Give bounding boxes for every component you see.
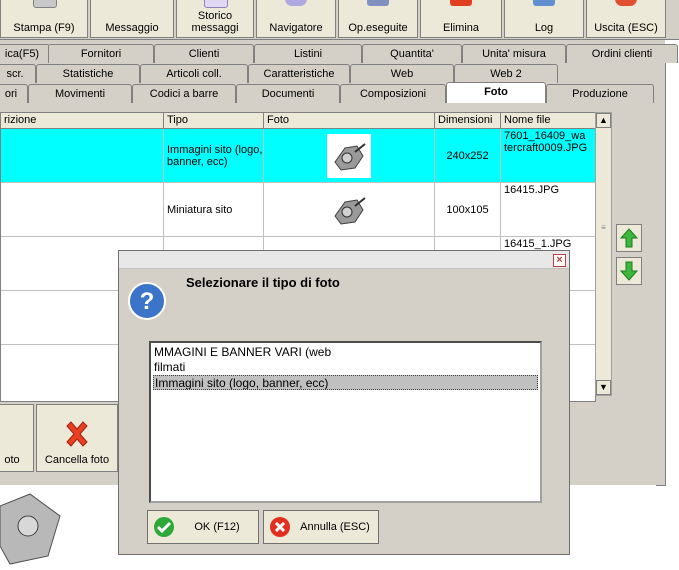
photo-type-dialog: × ? Selezionare il tipo di foto MMAGINI … xyxy=(118,250,570,555)
cell-tipo: Immagini sito (logo, banner, ecc) xyxy=(164,129,264,183)
delete-photo-button[interactable]: Cancella foto xyxy=(36,404,118,472)
tab-ordini-clienti[interactable]: Ordini clienti xyxy=(566,44,678,63)
delete-photo-label: Cancella foto xyxy=(44,454,110,466)
delete-button[interactable]: Elimina xyxy=(420,0,502,38)
tab-listini[interactable]: Listini xyxy=(254,44,362,63)
cell-dimensioni: 240x252 xyxy=(435,129,501,183)
col-header-dimensioni[interactable]: Dimensioni xyxy=(435,113,501,129)
toolbar: Stampa (F9) Messaggio Storico messaggi N… xyxy=(0,0,679,40)
tab-composizioni[interactable]: Composizioni xyxy=(340,84,446,103)
delete-label: Elimina xyxy=(442,22,480,34)
product-thumbnail xyxy=(334,196,366,225)
print-button[interactable]: Stampa (F9) xyxy=(0,0,88,38)
tab-documenti[interactable]: Documenti xyxy=(236,84,340,103)
foto-button-label: oto xyxy=(4,454,20,466)
operations-icon xyxy=(367,0,389,6)
cell-nome-file: 16415.JPG xyxy=(501,183,595,237)
message-history-label: Storico messaggi xyxy=(191,10,239,34)
tab-statistiche[interactable]: Statistiche xyxy=(36,64,140,83)
message-button[interactable]: Messaggio xyxy=(90,0,174,38)
cell-foto xyxy=(264,183,435,237)
scroll-up-button[interactable]: ▲ xyxy=(596,113,611,128)
message-label: Messaggio xyxy=(105,22,159,34)
scroll-grip-icon[interactable]: ≡ xyxy=(598,223,609,233)
exit-icon xyxy=(615,0,637,6)
operations-button[interactable]: Op.eseguite xyxy=(338,0,418,38)
col-header-descrizione[interactable]: rizione xyxy=(1,113,164,129)
exit-label: Uscita (ESC) xyxy=(594,22,658,34)
ok-label: OK (F12) xyxy=(194,521,240,533)
tab-web[interactable]: Web xyxy=(350,64,454,83)
tab-ori[interactable]: ori xyxy=(0,84,28,103)
tab-clienti[interactable]: Clienti xyxy=(154,44,254,63)
cell-nome-file: 7601_16409_wa tercraft0009.JPG xyxy=(501,129,595,183)
tab-scr[interactable]: scr. xyxy=(0,64,36,83)
photo-preview xyxy=(0,486,70,567)
cancel-button[interactable]: Annulla (ESC) xyxy=(263,510,379,544)
navigator-button[interactable]: Navigatore xyxy=(256,0,336,38)
col-header-tipo[interactable]: Tipo xyxy=(164,113,264,129)
col-header-foto[interactable]: Foto xyxy=(264,113,435,129)
tab-produzione[interactable]: Produzione xyxy=(546,84,654,103)
log-button[interactable]: Log xyxy=(504,0,584,38)
cell-foto xyxy=(264,129,435,183)
tab-web-2[interactable]: Web 2 xyxy=(454,64,558,83)
history-icon xyxy=(204,0,228,8)
table-row[interactable]: Miniatura sito 100x105 16415.JPG xyxy=(1,183,595,237)
cell-descrizione xyxy=(1,183,164,237)
move-up-button[interactable] xyxy=(616,224,642,252)
dialog-prompt: Selezionare il tipo di foto xyxy=(186,275,340,290)
tab-fornitori[interactable]: Fornitori xyxy=(48,44,154,63)
cell-dimensioni: 100x105 xyxy=(435,183,501,237)
cell-descrizione xyxy=(1,129,164,183)
tab-unita-misura[interactable]: Unita' misura xyxy=(462,44,566,63)
ok-button[interactable]: OK (F12) xyxy=(147,510,259,544)
cell-tipo: Miniatura sito xyxy=(164,183,264,237)
scroll-down-button[interactable]: ▼ xyxy=(596,380,611,395)
tab-caratteristiche[interactable]: Caratteristiche xyxy=(248,64,350,83)
svg-text:?: ? xyxy=(140,288,155,315)
log-label: Log xyxy=(534,22,554,34)
list-item[interactable]: MMAGINI E BANNER VARI (web xyxy=(153,345,538,360)
operations-label: Op.eseguite xyxy=(348,22,408,34)
cancel-label: Annulla (ESC) xyxy=(300,521,370,533)
message-history-button[interactable]: Storico messaggi xyxy=(176,0,254,38)
grid-scrollbar[interactable]: ▲ ≡ ▼ xyxy=(595,112,612,396)
product-thumbnail xyxy=(327,133,371,178)
table-row[interactable]: Immagini sito (logo, banner, ecc) 240x25… xyxy=(1,129,595,183)
tab-movimenti[interactable]: Movimenti xyxy=(28,84,132,103)
foto-button[interactable]: oto xyxy=(0,404,34,472)
col-header-nome-file[interactable]: Nome file xyxy=(501,113,595,129)
delete-icon xyxy=(450,0,472,6)
printer-icon xyxy=(33,0,57,8)
list-item-selected[interactable]: Immagini sito (logo, banner, ecc) xyxy=(153,375,538,390)
tab-codici-a-barre[interactable]: Codici a barre xyxy=(132,84,236,103)
arrow-up-icon xyxy=(620,228,638,248)
log-icon xyxy=(533,0,555,6)
tab-frame-edge xyxy=(656,44,666,486)
checkmark-icon xyxy=(154,517,174,537)
question-icon: ? xyxy=(128,282,166,320)
navigator-label: Navigatore xyxy=(269,22,323,34)
tab-ica-f5[interactable]: ica(F5) xyxy=(0,44,50,63)
photo-type-list[interactable]: MMAGINI E BANNER VARI (web filmati Immag… xyxy=(149,341,542,503)
red-x-icon xyxy=(66,421,88,447)
dialog-close-button[interactable]: × xyxy=(553,254,566,267)
exit-button[interactable]: Uscita (ESC) xyxy=(586,0,666,38)
product-preview-image xyxy=(0,493,61,565)
tab-articoli-coll[interactable]: Articoli coll. xyxy=(140,64,248,83)
cancel-icon xyxy=(270,517,290,537)
arrow-down-icon xyxy=(620,261,638,281)
print-label: Stampa (F9) xyxy=(13,22,75,34)
list-item[interactable]: filmati xyxy=(153,360,538,375)
tab-quantita[interactable]: Quantita' xyxy=(362,44,462,63)
dialog-titlebar[interactable] xyxy=(119,251,569,269)
tab-foto[interactable]: Foto xyxy=(446,82,546,103)
move-down-button[interactable] xyxy=(616,257,642,285)
navigator-icon xyxy=(285,0,307,6)
